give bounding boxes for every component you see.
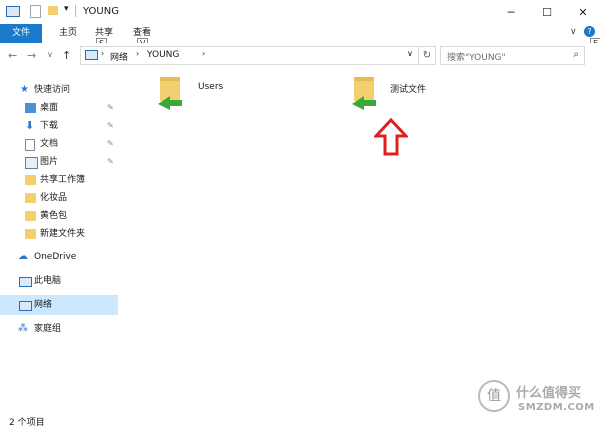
tab-home[interactable]: 主页: [50, 24, 86, 43]
pin-icon[interactable]: ✎: [107, 98, 114, 118]
recent-locations-chevron-icon[interactable]: ∨: [47, 50, 53, 59]
folder-item-users[interactable]: Users: [156, 74, 266, 114]
address-bar[interactable]: › 网络 › YOUNG › ∨: [80, 46, 419, 65]
ribbon-tabs: 文件 主页 共享 查看 S V ∨ ? E: [0, 24, 600, 50]
nav-homegroup-label: 家庭组: [34, 324, 62, 334]
folder-icon: [25, 229, 36, 239]
window-title: YOUNG: [83, 6, 119, 17]
navigation-pane: ★ 快速访问 桌面 ✎ ⬇ 下载 ✎ 文档 ✎ 图片 ✎ 共享工作簿 化妆品 黄…: [0, 75, 118, 410]
folder-item-test[interactable]: 测试文件: [350, 74, 460, 114]
red-up-arrow-annotation: [374, 118, 408, 156]
folder-icon: [25, 193, 36, 203]
nav-item-label: 化妆品: [40, 193, 68, 203]
nav-item-label: 新建文件夹: [40, 229, 86, 239]
back-arrow-icon[interactable]: ←: [8, 49, 17, 62]
nav-item-label: 共享工作簿: [40, 175, 86, 185]
nav-item-folder[interactable]: 黄色包: [0, 206, 118, 226]
title-bar: ▾ YOUNG ─ ☐ ✕: [0, 0, 600, 24]
homegroup-icon: ⁂: [18, 323, 28, 334]
shared-folder-icon: [158, 77, 182, 110]
download-arrow-icon: ⬇: [25, 119, 35, 132]
nav-item-pictures[interactable]: 图片 ✎: [0, 152, 118, 172]
network-computer-icon: [85, 50, 98, 60]
nav-item-label: 黄色包: [40, 211, 68, 221]
cloud-icon: ☁: [18, 251, 28, 262]
quick-access-properties-icon[interactable]: [30, 5, 41, 18]
content-area: Users 测试文件: [120, 68, 600, 412]
desktop-icon: [25, 103, 36, 113]
nav-item-folder[interactable]: 新建文件夹: [0, 224, 118, 244]
forward-arrow-icon[interactable]: →: [27, 49, 36, 62]
quick-access-newfolder-icon[interactable]: [48, 6, 58, 15]
maximize-button[interactable]: ☐: [530, 0, 564, 24]
search-icon: ⌕: [573, 49, 579, 60]
nav-item-desktop[interactable]: 桌面 ✎: [0, 98, 118, 118]
document-icon: [25, 139, 35, 151]
pin-icon[interactable]: ✎: [107, 116, 114, 136]
nav-item-label: 图片: [40, 157, 59, 167]
star-icon: ★: [20, 84, 29, 95]
nav-quick-access[interactable]: ★ 快速访问: [0, 80, 118, 100]
up-arrow-icon[interactable]: ↑: [62, 49, 71, 62]
explorer-app-icon[interactable]: [6, 6, 20, 17]
nav-homegroup[interactable]: ⁂ 家庭组: [0, 319, 118, 339]
folder-item-label: 测试文件: [390, 85, 427, 95]
breadcrumb-separator-icon[interactable]: ›: [101, 49, 104, 58]
nav-quick-access-label: 快速访问: [34, 85, 71, 95]
nav-network-label: 网络: [34, 300, 53, 310]
tab-file[interactable]: 文件: [0, 24, 42, 43]
search-placeholder: 搜索"YOUNG": [447, 53, 506, 63]
nav-item-label: 下载: [40, 121, 59, 131]
nav-item-label: 桌面: [40, 103, 59, 113]
nav-item-label: 文档: [40, 139, 59, 149]
folder-item-label: Users: [198, 82, 224, 92]
pin-icon[interactable]: ✎: [107, 152, 114, 172]
nav-item-documents[interactable]: 文档 ✎: [0, 134, 118, 154]
status-item-count: 2 个项目: [9, 418, 45, 428]
help-icon[interactable]: ?: [584, 26, 595, 37]
breadcrumb-network[interactable]: 网络: [110, 50, 128, 63]
close-button[interactable]: ✕: [566, 0, 600, 24]
nav-this-pc[interactable]: 此电脑: [0, 271, 118, 291]
minimize-button[interactable]: ─: [494, 0, 528, 24]
breadcrumb-young[interactable]: YOUNG: [147, 50, 179, 60]
breadcrumb-separator-icon[interactable]: ›: [202, 49, 205, 58]
nav-onedrive[interactable]: ☁ OneDrive: [0, 247, 118, 267]
customize-toolbar-chevron-icon[interactable]: ▾: [64, 4, 69, 14]
nav-item-folder[interactable]: 化妆品: [0, 188, 118, 208]
nav-item-downloads[interactable]: ⬇ 下载 ✎: [0, 116, 118, 136]
refresh-button[interactable]: ↻: [418, 46, 436, 65]
nav-network[interactable]: 网络: [0, 295, 118, 315]
breadcrumb-separator-icon[interactable]: ›: [136, 49, 139, 58]
address-history-chevron-icon[interactable]: ∨: [407, 49, 413, 58]
shared-folder-icon: [352, 77, 376, 110]
watermark-text: 什么值得买: [516, 386, 582, 401]
nav-onedrive-label: OneDrive: [34, 252, 77, 262]
nav-this-pc-label: 此电脑: [34, 276, 62, 286]
picture-icon: [25, 157, 38, 169]
status-bar: 2 个项目: [0, 412, 600, 430]
title-separator: [75, 5, 76, 17]
network-icon: [19, 301, 32, 311]
folder-icon: [25, 175, 36, 185]
watermark-logo: 值: [478, 380, 510, 412]
folder-icon: [25, 211, 36, 221]
computer-icon: [19, 277, 32, 287]
search-input[interactable]: 搜索"YOUNG" ⌕: [440, 46, 585, 65]
nav-item-folder[interactable]: 共享工作簿: [0, 170, 118, 190]
pin-icon[interactable]: ✎: [107, 134, 114, 154]
expand-ribbon-chevron-icon[interactable]: ∨: [570, 27, 577, 37]
